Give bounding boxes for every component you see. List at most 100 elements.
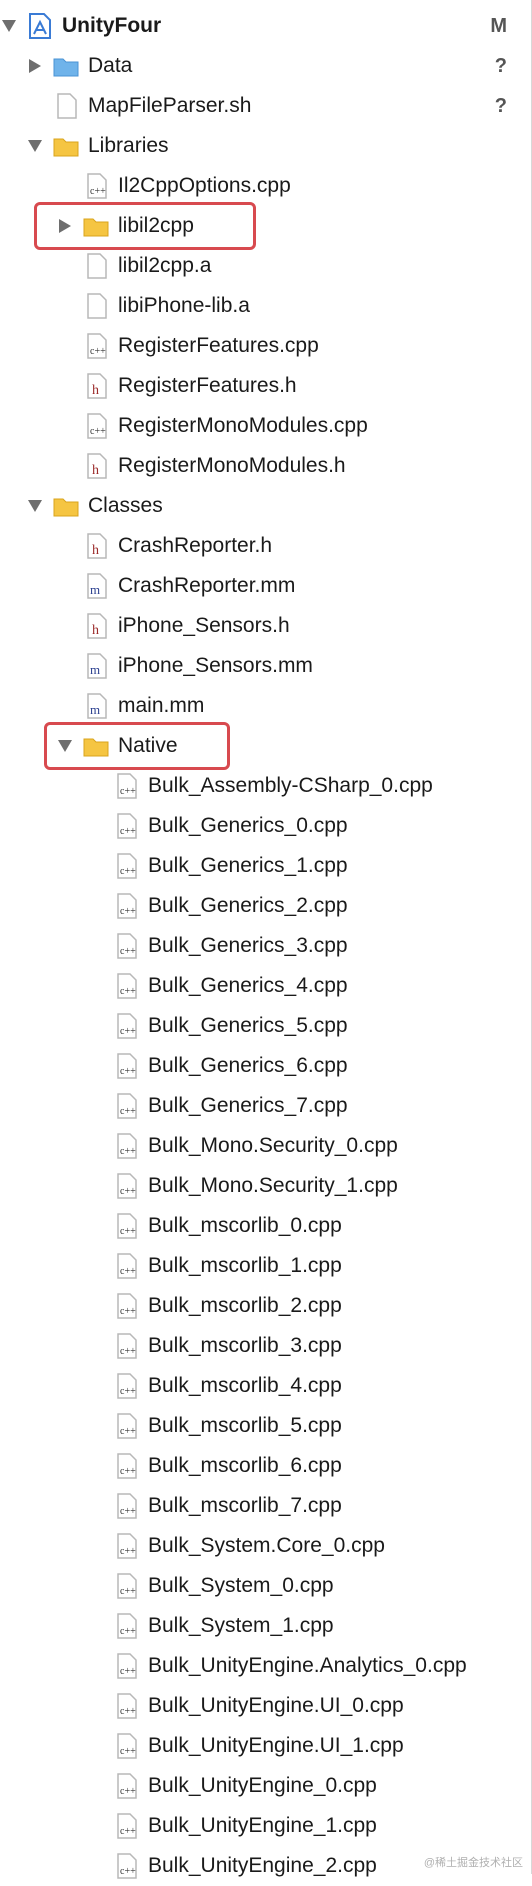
- tree-item-registermonomodules-cpp[interactable]: c++ RegisterMonoModules.cpp: [0, 406, 531, 446]
- svg-text:c++: c++: [120, 1706, 136, 1717]
- svg-text:c++: c++: [120, 1586, 136, 1597]
- svg-text:c++: c++: [120, 1666, 136, 1677]
- svg-text:c++: c++: [120, 1626, 136, 1637]
- tree-item-native-cpp[interactable]: c++ Bulk_mscorlib_7.cpp: [0, 1486, 531, 1526]
- cpp-file-icon: c++: [117, 1333, 137, 1359]
- tree-item-native-cpp[interactable]: c++ Bulk_mscorlib_4.cpp: [0, 1366, 531, 1406]
- project-root-row[interactable]: UnityFour M: [0, 6, 531, 46]
- tree-item-label: MapFileParser.sh: [88, 94, 252, 117]
- tree-item-label: Bulk_System.Core_0.cpp: [148, 1534, 385, 1557]
- tree-item-native-cpp[interactable]: c++ Bulk_Generics_2.cpp: [0, 886, 531, 926]
- tree-item-native-cpp[interactable]: c++ Bulk_System_1.cpp: [0, 1606, 531, 1646]
- svg-text:c++: c++: [120, 1786, 136, 1797]
- cpp-file-icon: c++: [117, 1253, 137, 1279]
- tree-item-native-cpp[interactable]: c++ Bulk_Generics_0.cpp: [0, 806, 531, 846]
- tree-item-native-cpp[interactable]: c++ Bulk_UnityEngine.UI_1.cpp: [0, 1726, 531, 1766]
- tree-item-crashreporter-h[interactable]: h CrashReporter.h: [0, 526, 531, 566]
- tree-item-label: iPhone_Sensors.h: [118, 614, 290, 637]
- tree-item-label: Bulk_Generics_1.cpp: [148, 854, 348, 877]
- cpp-file-icon: c++: [117, 1173, 137, 1199]
- disclosure-expanded-icon[interactable]: [28, 499, 42, 513]
- tree-item-label: Bulk_Generics_5.cpp: [148, 1014, 348, 1037]
- tree-item-data[interactable]: Data ?: [0, 46, 531, 86]
- svg-text:c++: c++: [120, 1146, 136, 1157]
- tree-item-native-cpp[interactable]: c++ Bulk_UnityEngine.Analytics_0.cpp: [0, 1646, 531, 1686]
- tree-item-registerfeatures-h[interactable]: h RegisterFeatures.h: [0, 366, 531, 406]
- tree-item-iphone-sensors-mm[interactable]: m iPhone_Sensors.mm: [0, 646, 531, 686]
- cpp-file-icon: c++: [117, 853, 137, 879]
- tree-item-native-cpp[interactable]: c++ Bulk_Mono.Security_1.cpp: [0, 1166, 531, 1206]
- svg-text:c++: c++: [120, 1266, 136, 1277]
- objc-file-icon: m: [87, 573, 107, 599]
- svg-text:h: h: [92, 383, 99, 398]
- cpp-file-icon: c++: [117, 1093, 137, 1119]
- tree-item-native-cpp[interactable]: c++ Bulk_Generics_3.cpp: [0, 926, 531, 966]
- tree-item-registerfeatures-cpp[interactable]: c++ RegisterFeatures.cpp: [0, 326, 531, 366]
- tree-item-native-cpp[interactable]: c++ Bulk_System_0.cpp: [0, 1566, 531, 1606]
- tree-item-label: libil2cpp.a: [118, 254, 212, 277]
- tree-item-native-cpp[interactable]: c++ Bulk_UnityEngine_0.cpp: [0, 1766, 531, 1806]
- svg-text:h: h: [92, 543, 99, 558]
- tree-item-native-cpp[interactable]: c++ Bulk_System.Core_0.cpp: [0, 1526, 531, 1566]
- svg-text:c++: c++: [90, 186, 106, 197]
- tree-item-native-cpp[interactable]: c++ Bulk_Generics_5.cpp: [0, 1006, 531, 1046]
- svg-text:c++: c++: [120, 1066, 136, 1077]
- tree-item-native-cpp[interactable]: c++ Bulk_Generics_6.cpp: [0, 1046, 531, 1086]
- tree-item-native-cpp[interactable]: c++ Bulk_mscorlib_3.cpp: [0, 1326, 531, 1366]
- tree-item-native-cpp[interactable]: c++ Bulk_mscorlib_5.cpp: [0, 1406, 531, 1446]
- cpp-file-icon: c++: [117, 813, 137, 839]
- tree-item-native-cpp[interactable]: c++ Bulk_mscorlib_2.cpp: [0, 1286, 531, 1326]
- tree-item-native-cpp[interactable]: c++ Bulk_UnityEngine.UI_0.cpp: [0, 1686, 531, 1726]
- tree-item-native-cpp[interactable]: c++ Bulk_Assembly-CSharp_0.cpp: [0, 766, 531, 806]
- tree-item-label: Bulk_mscorlib_5.cpp: [148, 1414, 342, 1437]
- tree-item-native-cpp[interactable]: c++ Bulk_Mono.Security_0.cpp: [0, 1126, 531, 1166]
- disclosure-expanded-icon[interactable]: [28, 139, 42, 153]
- tree-item-label: Libraries: [88, 134, 169, 157]
- tree-item-label: Bulk_Generics_7.cpp: [148, 1094, 348, 1117]
- tree-item-label: iPhone_Sensors.mm: [118, 654, 313, 677]
- tree-item-native-cpp[interactable]: c++ Bulk_UnityEngine_1.cpp: [0, 1806, 531, 1846]
- file-icon: [87, 293, 107, 319]
- tree-item-label: Il2CppOptions.cpp: [118, 174, 291, 197]
- cpp-file-icon: c++: [117, 1533, 137, 1559]
- tree-item-registermonomodules-h[interactable]: h RegisterMonoModules.h: [0, 446, 531, 486]
- tree-item-libil2cpp-a[interactable]: libil2cpp.a: [0, 246, 531, 286]
- svg-text:c++: c++: [120, 946, 136, 957]
- file-icon: [87, 253, 107, 279]
- tree-item-label: RegisterMonoModules.h: [118, 454, 346, 477]
- tree-item-classes[interactable]: Classes: [0, 486, 531, 526]
- tree-item-native-cpp[interactable]: c++ Bulk_mscorlib_1.cpp: [0, 1246, 531, 1286]
- tree-item-label: Bulk_Generics_4.cpp: [148, 974, 348, 997]
- tree-item-native-cpp[interactable]: c++ Bulk_mscorlib_6.cpp: [0, 1446, 531, 1486]
- tree-item-crashreporter-mm[interactable]: m CrashReporter.mm: [0, 566, 531, 606]
- tree-item-label: Bulk_Generics_6.cpp: [148, 1054, 348, 1077]
- tree-item-label: Bulk_mscorlib_4.cpp: [148, 1374, 342, 1397]
- svg-text:c++: c++: [120, 906, 136, 917]
- cpp-file-icon: c++: [117, 1733, 137, 1759]
- header-file-icon: h: [87, 453, 107, 479]
- tree-item-il2cppoptions[interactable]: c++ Il2CppOptions.cpp: [0, 166, 531, 206]
- tree-item-main-mm[interactable]: m main.mm: [0, 686, 531, 726]
- tree-item-libiphone-lib[interactable]: libiPhone-lib.a: [0, 286, 531, 326]
- svg-text:c++: c++: [120, 1226, 136, 1237]
- disclosure-expanded-icon[interactable]: [2, 19, 16, 33]
- objc-file-icon: m: [87, 653, 107, 679]
- tree-item-native-cpp[interactable]: c++ Bulk_Generics_7.cpp: [0, 1086, 531, 1126]
- tree-item-mapfileparser[interactable]: MapFileParser.sh ?: [0, 86, 531, 126]
- svg-text:c++: c++: [120, 1186, 136, 1197]
- tree-item-libraries[interactable]: Libraries: [0, 126, 531, 166]
- tree-item-native-cpp[interactable]: c++ Bulk_mscorlib_0.cpp: [0, 1206, 531, 1246]
- svg-text:c++: c++: [120, 786, 136, 797]
- svg-text:c++: c++: [120, 1386, 136, 1397]
- tree-item-label: Bulk_Generics_0.cpp: [148, 814, 348, 837]
- tree-item-label: Data: [88, 54, 133, 77]
- svg-text:h: h: [92, 623, 99, 638]
- tree-item-iphone-sensors-h[interactable]: h iPhone_Sensors.h: [0, 606, 531, 646]
- svg-text:c++: c++: [120, 1346, 136, 1357]
- tree-item-native-cpp[interactable]: c++ Bulk_Generics_1.cpp: [0, 846, 531, 886]
- highlight-box: [44, 722, 230, 770]
- tree-item-native-cpp[interactable]: c++ Bulk_Generics_4.cpp: [0, 966, 531, 1006]
- folder-icon: [53, 138, 79, 157]
- cpp-file-icon: c++: [117, 973, 137, 999]
- disclosure-collapsed-icon[interactable]: [28, 59, 42, 73]
